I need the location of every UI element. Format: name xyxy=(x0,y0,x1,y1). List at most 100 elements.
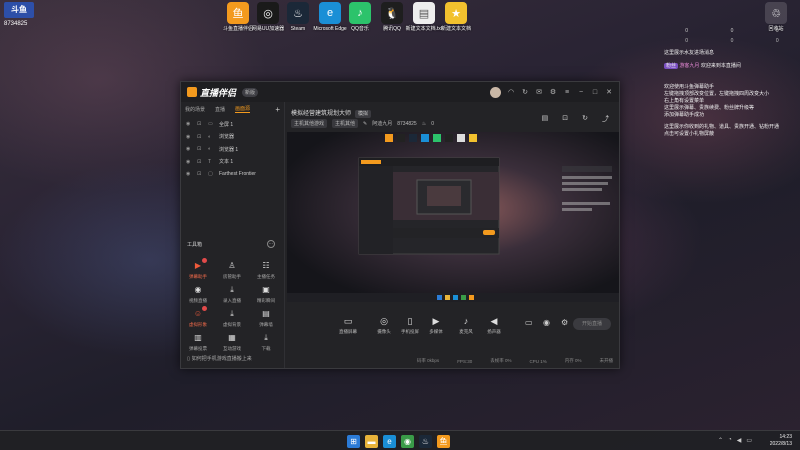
recycle-bin-icon: ♲ xyxy=(765,2,787,24)
helper-link[interactable]: ▯ 如何把手机游戏直播搬上来 xyxy=(187,355,252,363)
desktop-shortcut[interactable]: ★ 新建文本文档 xyxy=(436,2,476,32)
douyu-companion-icon: 鱼 xyxy=(227,2,249,24)
tool-danmaku-wall[interactable]: ▤ 弹幕墙 xyxy=(251,308,281,328)
source-item[interactable]: ◉ ⊡ T 文本 1 xyxy=(181,156,284,169)
douyu-companion-icon[interactable]: 鱼 xyxy=(437,435,450,448)
bookmark-icon[interactable]: ▤ xyxy=(542,114,549,124)
lock-icon[interactable]: ⊡ xyxy=(197,171,203,177)
source-item[interactable]: ◉ ⊡ ▢ Farthest Frontier xyxy=(181,168,284,181)
chevron-up-icon[interactable]: ⌃ xyxy=(718,437,723,444)
category-chip[interactable]: 主机其他游戏 xyxy=(291,119,328,128)
minimize-icon[interactable]: − xyxy=(577,89,585,96)
toolbox-more-icon[interactable]: ⋯ xyxy=(267,240,275,248)
lock-icon[interactable]: ⊡ xyxy=(197,159,203,165)
share-icon[interactable]: ⤴ xyxy=(602,114,609,124)
phone-cast-button[interactable]: ▯ 手机投屏 xyxy=(397,316,423,335)
tool-room-manager[interactable]: ♙ 房管助手 xyxy=(217,260,247,280)
lock-icon[interactable]: ⊡ xyxy=(562,114,568,124)
lock-icon[interactable]: ⊡ xyxy=(197,146,203,152)
tool-record[interactable]: ⤓ 录入直播 xyxy=(217,284,247,304)
room-title[interactable]: 模拟经营建筑规划大师 模拟 xyxy=(291,108,372,118)
panel-line: 这里展示弹幕、贵族续费、粉丝牌升级等 xyxy=(664,105,755,111)
lock-icon[interactable]: ⊡ xyxy=(197,134,203,140)
wifi-icon[interactable]: ◔ xyxy=(728,437,732,444)
screen-capture-button[interactable]: ▭ 直播屏幕 xyxy=(335,316,361,335)
eye-icon[interactable]: ◉ xyxy=(186,171,192,177)
volume-icon[interactable]: ◀ xyxy=(737,437,742,444)
tool-streamer-tasks[interactable]: ☷ 主播任务 xyxy=(251,260,281,280)
headset-icon[interactable]: ◠ xyxy=(507,88,515,96)
start-live-button[interactable]: 开始直播 xyxy=(573,318,611,330)
stat-value: 0 xyxy=(730,28,734,34)
title-actions: ◠ ↻ ✉ ⚙ ≡ − □ ✕ xyxy=(490,86,613,98)
status-item: FPS:30 xyxy=(457,358,473,364)
panel-user: 游客九月 xyxy=(679,63,700,69)
microphone-button[interactable]: ♪ 麦克风 xyxy=(453,316,479,335)
refresh-icon[interactable]: ↻ xyxy=(521,88,529,96)
mail-icon[interactable]: ✉ xyxy=(535,88,543,96)
camera-button[interactable]: ◎ 摄像头 xyxy=(371,316,397,335)
add-source-icon[interactable]: + xyxy=(275,105,280,114)
subcategory-chip[interactable]: 主机其他 xyxy=(332,119,359,128)
eye-icon[interactable]: ◉ xyxy=(186,121,192,127)
tool-danmaku-assistant[interactable]: ▶ 弹幕助手 xyxy=(183,258,213,280)
qq-icon: 🐧 xyxy=(381,2,403,24)
panel-line: 欢迎来到本直播间 xyxy=(700,63,741,69)
refresh-icon[interactable]: ↻ xyxy=(582,114,588,124)
speaker-button[interactable]: ◀ 扬声器 xyxy=(481,316,507,335)
tool-download[interactable]: ⤓ 下载 xyxy=(251,332,281,352)
source-tabs: 我的场景 直播 画面源 + xyxy=(181,102,284,116)
menu-icon[interactable]: ≡ xyxy=(563,89,571,96)
windows-start-icon[interactable]: ⊞ xyxy=(347,435,360,448)
tool-virtual-avatar[interactable]: ☺ 虚拟形象 xyxy=(183,306,213,328)
battery-icon[interactable]: ▭ xyxy=(746,437,752,444)
app-titlebar[interactable]: 直播伴侣 新版 ◠ ↻ ✉ ⚙ ≡ − □ ✕ xyxy=(181,82,619,102)
source-label: 全屏 1 xyxy=(219,121,234,128)
system-tray: ⌃ ◔ ◀ ▭ xyxy=(718,437,752,444)
record-icon[interactable]: ▭ xyxy=(525,318,533,327)
system-clock[interactable]: 14:23 2022/8/13 xyxy=(770,434,792,448)
settings-icon[interactable]: ⚙ xyxy=(561,318,568,327)
eye-icon[interactable]: ◉ xyxy=(543,318,550,327)
source-label: 浏览器 xyxy=(219,134,235,141)
clock-time: 14:23 xyxy=(779,434,792,440)
danmaku-panel[interactable]: 0 0 0 0 0 0 这里展示水友进场消息 粉丝 游客九月 欢迎来到本直播间 … xyxy=(664,28,800,433)
eye-icon[interactable]: ◉ xyxy=(186,159,192,165)
helper-text: 如何把手机游戏直播搬上来 xyxy=(191,356,252,362)
control-label: 麦克风 xyxy=(459,329,473,334)
maximize-icon[interactable]: □ xyxy=(591,89,599,96)
tab-sources[interactable]: 画面源 xyxy=(235,105,251,113)
live-preview[interactable] xyxy=(287,132,619,302)
media-button[interactable]: ▶ 多媒体 xyxy=(423,316,449,335)
version-badge[interactable]: 新版 xyxy=(242,87,259,97)
tool-label: 录入直播 xyxy=(223,298,241,303)
tool-highlights[interactable]: ▣ 精彩瞬间 xyxy=(251,284,281,304)
tool-interactive-game[interactable]: ▦ 互动游戏 xyxy=(217,332,247,352)
lock-icon[interactable]: ⊡ xyxy=(197,121,203,127)
streaming-app-window[interactable]: 直播伴侣 新版 ◠ ↻ ✉ ⚙ ≡ − □ ✕ 我的场景 直播 画面源 + ◉ ⊡… xyxy=(180,81,620,369)
tool-danmaku-vote[interactable]: ▥ 弹幕投票 xyxy=(183,332,213,352)
douyu-logo: 斗鱼 xyxy=(4,2,34,18)
source-item[interactable]: ◉ ⊡ ▭ 全屏 1 xyxy=(181,118,284,131)
chrome-icon[interactable]: ◉ xyxy=(401,435,414,448)
main-area: 模拟经营建筑规划大师 模拟 主机其他游戏 主机其他 ✎ 阿迪九月 8734825 … xyxy=(285,102,619,368)
app-logo-icon xyxy=(187,87,197,97)
tab-my-scenes[interactable]: 我的场景 xyxy=(185,106,205,113)
edit-icon[interactable]: ✎ xyxy=(363,121,367,127)
edge-icon[interactable]: e xyxy=(383,435,396,448)
panel-line: 点击可设置小礼物屏蔽 xyxy=(664,131,715,137)
tool-video-live[interactable]: ◉ 视频直播 xyxy=(183,284,213,304)
source-item[interactable]: ◉ ⊡ ◐ 浏览器 1 xyxy=(181,143,284,156)
eye-icon[interactable]: ◉ xyxy=(186,134,192,140)
preview-canvas xyxy=(287,132,619,302)
source-item[interactable]: ◉ ⊡ ◐ 浏览器 xyxy=(181,131,284,144)
close-icon[interactable]: ✕ xyxy=(605,88,613,96)
settings-icon[interactable]: ⚙ xyxy=(549,88,557,96)
file-explorer-icon[interactable]: ▬ xyxy=(365,435,378,448)
steam-icon[interactable]: ♨ xyxy=(419,435,432,448)
avatar[interactable] xyxy=(490,86,501,98)
tab-live[interactable]: 直播 xyxy=(215,106,225,113)
tool-virtual-background[interactable]: ⤓ 虚拟背景 xyxy=(217,308,247,328)
eye-icon[interactable]: ◉ xyxy=(186,146,192,152)
room-tag[interactable]: 模拟 xyxy=(355,110,372,118)
